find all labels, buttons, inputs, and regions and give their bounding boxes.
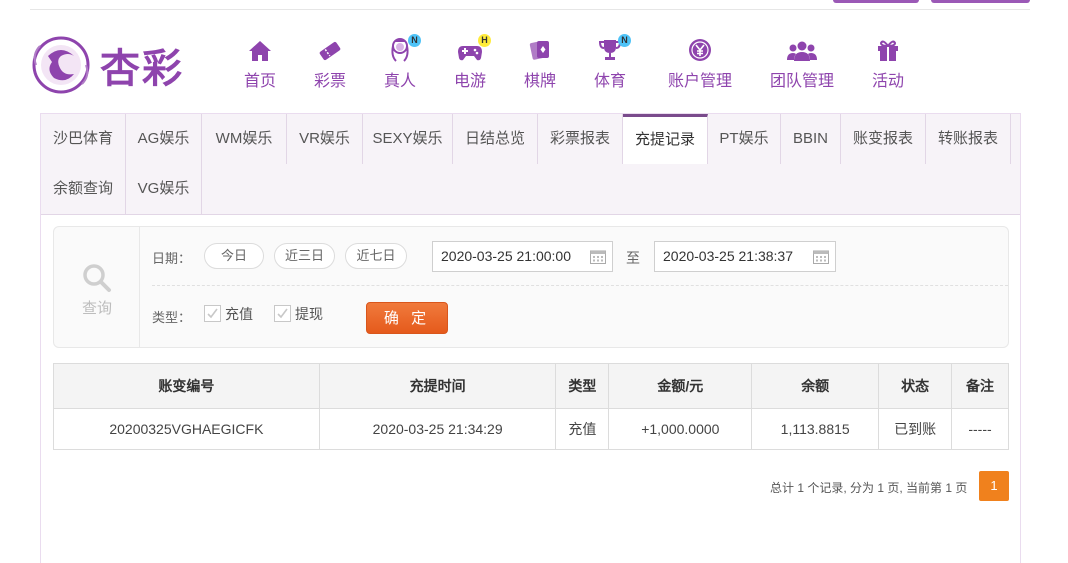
calendar-icon[interactable] [813,249,829,264]
table-row: 20200325VGHAEGICFK 2020-03-25 21:34:29 充… [53,408,1009,450]
check-icon [207,308,218,319]
tab-transfer-report[interactable]: 转账报表 [926,114,1011,164]
tab-bbin[interactable]: BBIN [781,114,841,164]
search-icon [83,264,111,292]
tab-daily-summary[interactable]: 日结总览 [453,114,538,164]
new-badge: N [618,34,631,47]
last-7-days-button[interactable]: 近七日 [345,243,407,269]
ticket-icon [319,41,341,61]
col-balance: 余额 [751,363,880,409]
date-range-separator: 至 [626,250,640,266]
tab-balance-query[interactable]: 余额查询 [41,164,126,214]
col-amount: 金额/元 [608,363,753,409]
col-remark: 备注 [951,363,1009,409]
type-row: 类型： 充值 提现 确 定 [152,299,1008,339]
cell-balance: 1,113.8815 [751,408,880,450]
nav-item-activity[interactable]: 活动 [858,38,918,91]
cards-icon [529,41,549,60]
tab-account-change-report[interactable]: 账变报表 [841,114,926,164]
top-action-button[interactable] [931,0,1030,3]
tab-saba-sports[interactable]: 沙巴体育 [41,114,126,164]
today-button[interactable]: 今日 [204,243,264,269]
cell-time: 2020-03-25 21:34:29 [318,408,557,450]
hot-badge: H [478,34,491,47]
cell-remark: ----- [951,408,1009,450]
query-form: 查询 日期： 今日 近三日 近七日 2020-03-25 21:00:00 至 … [53,226,1009,348]
calendar-icon[interactable] [590,249,606,264]
checkbox-box[interactable] [274,305,291,322]
col-type: 类型 [555,363,610,409]
checkbox-box[interactable] [204,305,221,322]
records-table: 账变编号 充提时间 类型 金额/元 余额 状态 备注 20200325VGHAE… [53,363,1009,450]
pagination-summary: 总计 1 个记录, 分为 1 页, 当前第 1 页 [770,481,968,495]
nav-item-home[interactable]: 首页 [230,38,290,91]
col-transaction-id: 账变编号 [53,363,320,409]
report-panel: 沙巴体育 AG娱乐 WM娱乐 VR娱乐 SEXY娱乐 日结总览 彩票报表 充提记… [40,113,1021,563]
date-row: 日期： 今日 近三日 近七日 2020-03-25 21:00:00 至 202… [152,241,1008,286]
confirm-button[interactable]: 确 定 [366,302,448,334]
nav-item-chess-cards[interactable]: 棋牌 [510,38,570,91]
nav-item-lottery[interactable]: 彩票 [300,38,360,91]
nav-item-electronic-games[interactable]: H 电游 [440,34,500,91]
cell-type: 充值 [555,408,610,450]
tab-lottery-report[interactable]: 彩票报表 [538,114,623,164]
top-divider [30,9,1030,10]
last-3-days-button[interactable]: 近三日 [274,243,335,269]
nav-item-account[interactable]: 账户管理 [660,38,740,91]
cell-status: 已到账 [878,408,953,450]
cell-transaction-id: 20200325VGHAEGICFK [53,408,320,450]
home-icon [249,41,271,61]
col-time: 充提时间 [318,363,557,409]
tab-deposit-withdraw-records[interactable]: 充提记录 [623,114,708,164]
tab-vg[interactable]: VG娱乐 [126,164,202,214]
type-label: 类型： [152,310,192,325]
new-badge: N [408,34,421,47]
tab-sexy[interactable]: SEXY娱乐 [363,114,453,164]
page-1-button[interactable]: 1 [979,471,1009,501]
tab-wm[interactable]: WM娱乐 [202,114,287,164]
nav-item-live[interactable]: N 真人 [370,34,430,91]
logo-emblem-icon [32,36,90,94]
brand-name: 杏彩 [100,45,184,92]
tab-ag[interactable]: AG娱乐 [126,114,202,164]
query-label: 查询 [81,300,112,317]
team-icon [787,41,817,61]
logo[interactable]: 杏彩 [30,34,190,96]
nav-item-team[interactable]: 团队管理 [762,38,842,91]
tab-vr[interactable]: VR娱乐 [287,114,363,164]
gift-icon [878,40,898,61]
col-status: 状态 [878,363,953,409]
date-label: 日期： [152,251,192,266]
withdraw-checkbox[interactable]: 提现 [274,304,323,324]
nav-item-sports[interactable]: N 体育 [580,34,640,91]
start-date-input[interactable]: 2020-03-25 21:00:00 [432,241,613,272]
top-action-button[interactable] [833,0,919,3]
check-icon [277,308,288,319]
report-tabs: 沙巴体育 AG娱乐 WM娱乐 VR娱乐 SEXY娱乐 日结总览 彩票报表 充提记… [41,114,1020,215]
end-date-input[interactable]: 2020-03-25 21:38:37 [654,241,836,272]
yen-coin-icon [689,39,711,61]
table-header-row: 账变编号 充提时间 类型 金额/元 余额 状态 备注 [53,363,1009,409]
cell-amount: +1,000.0000 [608,408,753,450]
tab-pt[interactable]: PT娱乐 [708,114,781,164]
query-side: 查询 [54,227,140,347]
deposit-checkbox[interactable]: 充值 [204,304,253,324]
